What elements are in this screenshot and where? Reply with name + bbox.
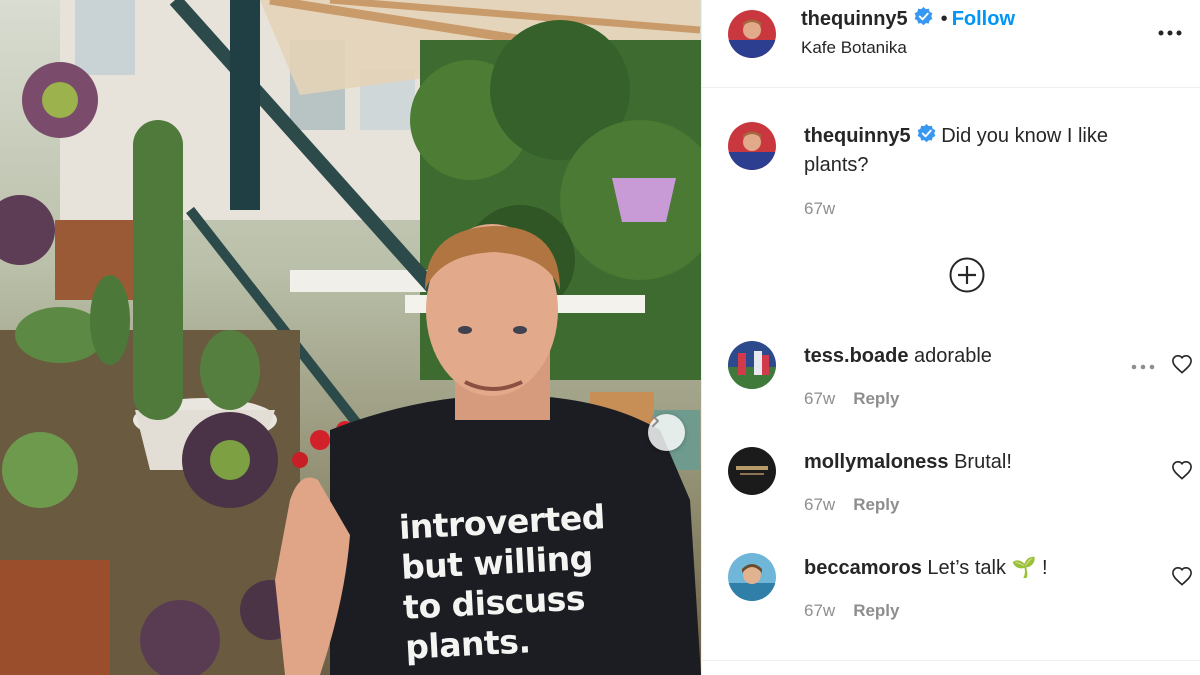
header-title-row: thequinny5 • Follow [801,7,1015,31]
author-username[interactable]: thequinny5 [801,8,908,31]
comment-text-row: mollymaloness Brutal! [804,449,1012,475]
reply-button[interactable]: Reply [853,495,899,514]
heart-icon [1172,354,1192,374]
seedling-emoji: 🌱 [1011,557,1037,579]
caption-text-block: thequinny5 Did you know I like plants? [804,122,1164,179]
comment-username[interactable]: tess.boade [804,345,908,367]
heart-icon [1172,566,1192,586]
more-options-button[interactable] [1155,22,1185,44]
more-options-icon [1131,364,1155,370]
comment-meta: 67w Reply [804,389,899,409]
panel-divider [702,660,1200,661]
comment-item: mollymaloness Brutal! 67w Reply [702,447,1200,537]
commenter-avatar[interactable] [728,553,776,601]
comment-text: adorable [914,345,992,367]
heart-icon [1172,460,1192,480]
comment-options-button[interactable] [1130,359,1156,370]
follow-button[interactable]: Follow [952,8,1015,31]
more-options-icon [1158,30,1182,36]
verified-badge-icon [917,123,936,151]
like-comment-button[interactable] [1171,566,1193,586]
post-location[interactable]: Kafe Botanika [801,38,907,58]
comment-time[interactable]: 67w [804,601,835,620]
comment-text: Brutal! [954,451,1012,473]
comment-meta: 67w Reply [804,495,899,515]
reply-button[interactable]: Reply [853,601,899,620]
load-more-plus-icon [949,257,985,293]
comment-text-row: tess.boade adorable [804,343,992,369]
comment-time[interactable]: 67w [804,495,835,514]
like-comment-button[interactable] [1171,460,1193,480]
verified-badge-icon [914,7,933,31]
commenter-avatar[interactable] [728,447,776,495]
comment-item: tess.boade adorable 67w Reply [702,341,1200,431]
comment-username[interactable]: mollymaloness [804,451,949,473]
comment-time[interactable]: 67w [804,389,835,408]
caption-username[interactable]: thequinny5 [804,125,911,147]
comment-text-row: beccamoros Let’s talk 🌱 ! [804,555,1048,581]
post-header: thequinny5 • Follow Kafe Botanika [702,0,1200,88]
author-avatar[interactable] [728,10,776,58]
comment-item: beccamoros Let’s talk 🌱 ! 67w Reply [702,553,1200,643]
post-side-panel: thequinny5 • Follow Kafe Botanika thequi… [701,0,1200,675]
caption-avatar[interactable] [728,122,776,170]
load-more-comments-button[interactable] [949,257,985,293]
post-photo[interactable]: introverted but willing to discuss plant… [0,0,701,675]
header-separator: • [940,7,948,30]
comment-username[interactable]: beccamoros [804,557,922,579]
next-photo-button[interactable] [648,414,685,451]
comment-text: Let’s talk [927,557,1006,579]
comment-meta: 67w Reply [804,601,899,621]
caption-time[interactable]: 67w [804,199,835,219]
next-arrow-icon [652,415,659,427]
commenter-avatar[interactable] [728,341,776,389]
like-comment-button[interactable] [1171,354,1193,374]
reply-button[interactable]: Reply [853,389,899,408]
comment-text-suffix: ! [1042,557,1048,579]
shirt-slogan: introverted but willing to discuss plant… [398,494,666,667]
